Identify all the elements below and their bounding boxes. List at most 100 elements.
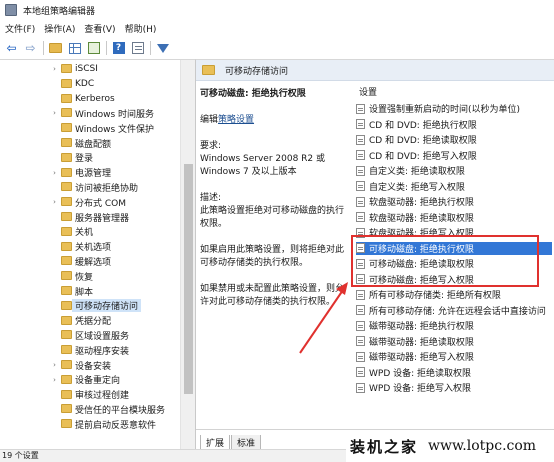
tree-item[interactable]: 登录 — [0, 151, 180, 165]
policy-row[interactable]: 磁带驱动器: 拒绝执行权限 — [356, 319, 552, 332]
policy-row[interactable]: 软盘驱动器: 拒绝写入权限 — [356, 226, 552, 239]
tree-scrollbar-thumb[interactable] — [184, 164, 193, 394]
toolbar: ⇦ ⇨ ? — [0, 37, 554, 59]
tree-item[interactable]: 区域设置服务 — [0, 328, 180, 342]
disabled-description-line: 如果禁用或未配置此策略设置，则允 — [200, 284, 345, 294]
policy-row[interactable]: 软盘驱动器: 拒绝执行权限 — [356, 195, 552, 208]
policy-label: 可移动磁盘: 拒绝写入权限 — [369, 275, 474, 286]
tree-expander-icon[interactable]: › — [50, 169, 59, 177]
tree-item[interactable]: › 电源管理 — [0, 166, 180, 180]
tab-extended[interactable]: 扩展 — [200, 435, 231, 450]
tree-scrollbar[interactable] — [180, 60, 195, 449]
back-arrow-icon[interactable]: ⇦ — [4, 41, 19, 56]
policy-label: 磁带驱动器: 拒绝执行权限 — [369, 322, 474, 332]
tree-item[interactable]: 凭据分配 — [0, 314, 180, 328]
policy-label: 所有可移动存储类: 拒绝所有权限 — [369, 291, 501, 301]
tree-expander-icon[interactable]: › — [50, 361, 59, 369]
tree-item[interactable]: Kerberos — [0, 92, 180, 106]
tree-item[interactable]: › 设备重定向 — [0, 373, 180, 387]
policy-row[interactable]: 可移动磁盘: 拒绝执行权限 — [356, 241, 552, 255]
tree-item[interactable]: 可移动存储访问 — [0, 299, 180, 313]
tree-item-label: 访问被拒绝协助 — [75, 183, 139, 194]
filter-icon[interactable] — [155, 41, 170, 56]
policy-setting-icon — [356, 150, 365, 160]
menu-help[interactable]: 帮助(H) — [120, 22, 161, 35]
tab-standard[interactable]: 标准 — [231, 435, 262, 450]
folder-icon — [61, 360, 72, 369]
tree-item[interactable]: › 分布式 COM — [0, 195, 180, 209]
tree-item[interactable]: › iSCSI — [0, 62, 180, 76]
policy-label: 软盘驱动器: 拒绝写入权限 — [369, 229, 474, 239]
policy-label: CD 和 DVD: 拒绝读取权限 — [369, 136, 477, 146]
policy-setting-icon — [356, 289, 365, 300]
folder-icon — [61, 123, 72, 133]
policy-row[interactable]: 可移动磁盘: 拒绝写入权限 — [356, 273, 552, 286]
tree-expander-icon[interactable]: › — [50, 376, 59, 384]
forward-arrow-icon[interactable]: ⇨ — [23, 41, 38, 56]
tree-item[interactable]: 关机 — [0, 225, 180, 239]
policy-row[interactable]: 所有可移动存储类: 拒绝所有权限 — [356, 288, 552, 301]
show-hide-tree-icon[interactable] — [67, 41, 82, 56]
policy-row[interactable]: WPD 设备: 拒绝读取权限 — [356, 366, 552, 379]
menu-file[interactable]: 文件(F) — [0, 22, 39, 35]
edit-policy-link[interactable]: 策略设置 — [218, 115, 254, 125]
menu-view[interactable]: 查看(V) — [79, 22, 119, 35]
folder-up-icon[interactable] — [48, 41, 63, 56]
tree-item-label: 凭据分配 — [75, 317, 112, 328]
tree-item[interactable]: 驱动程序安装 — [0, 343, 180, 357]
tree-item[interactable]: 恢复 — [0, 269, 180, 283]
tree-item[interactable]: 提前启动反恶意软件 — [0, 417, 180, 431]
tree-item-label: 区域设置服务 — [75, 331, 130, 342]
tree-item-label: 提前启动反恶意软件 — [75, 420, 157, 431]
policy-row[interactable]: CD 和 DVD: 拒绝写入权限 — [356, 149, 552, 162]
menu-action[interactable]: 操作(A) — [39, 22, 79, 35]
policy-row[interactable]: 自定义类: 拒绝写入权限 — [356, 180, 552, 193]
properties-icon[interactable] — [130, 41, 145, 56]
policy-row[interactable]: 软盘驱动器: 拒绝读取权限 — [356, 211, 552, 224]
policy-row[interactable]: 磁带驱动器: 拒绝读取权限 — [356, 335, 552, 348]
export-list-icon[interactable] — [86, 41, 101, 56]
tree-item-label: 分布式 COM — [75, 198, 126, 209]
settings-list: 设置 设置强制重新启动的时间(以秒为单位) CD 和 DVD: 拒绝执行权限 CD … — [349, 82, 554, 428]
details-header-title: 可移动存储访问 — [225, 66, 289, 77]
policy-row[interactable]: 自定义类: 拒绝读取权限 — [356, 164, 552, 177]
details-pane: 可移动存储访问 可移动磁盘: 拒绝执行权限 编辑策略设置 要求: Windows… — [196, 59, 554, 450]
tree-pane: › iSCSI KDC Kerberos › Windows 时间服务 Windows 文件… — [0, 59, 196, 449]
tree-item[interactable]: 缓解选项 — [0, 254, 180, 268]
tree-item[interactable]: Windows 文件保护 — [0, 121, 180, 135]
tree-item[interactable]: › 设备安装 — [0, 358, 180, 372]
tree-item[interactable]: 审核过程创建 — [0, 388, 180, 402]
policy-row[interactable]: 可移动磁盘: 拒绝读取权限 — [356, 257, 552, 270]
tree-item-label: 可移动存储访问 — [72, 299, 142, 313]
tree-item[interactable]: 受信任的平台模块服务 — [0, 402, 180, 416]
policy-row[interactable]: 磁带驱动器: 拒绝写入权限 — [356, 350, 552, 363]
title-bar: 本地组策略编辑器 — [0, 0, 554, 20]
tree-item[interactable]: › Windows 时间服务 — [0, 106, 180, 120]
tree-item[interactable]: KDC — [0, 77, 180, 91]
tree-item[interactable]: 关机选项 — [0, 240, 180, 254]
policy-row[interactable]: CD 和 DVD: 拒绝读取权限 — [356, 133, 552, 146]
policy-label: 设置强制重新启动的时间(以秒为单位) — [369, 105, 521, 115]
policy-row[interactable]: CD 和 DVD: 拒绝执行权限 — [356, 118, 552, 131]
policy-row[interactable]: WPD 设备: 拒绝写入权限 — [356, 381, 552, 394]
policy-setting-icon — [356, 196, 365, 207]
tree-expander-icon[interactable]: › — [50, 198, 59, 206]
settings-column-header[interactable]: 设置 — [359, 85, 377, 98]
folder-icon — [61, 256, 72, 266]
policy-row[interactable]: 设置强制重新启动的时间(以秒为单位) — [356, 102, 552, 115]
tree-item[interactable]: 磁盘配额 — [0, 136, 180, 150]
policy-label: 软盘驱动器: 拒绝执行权限 — [369, 198, 474, 208]
policy-setting-icon — [356, 212, 365, 222]
folder-icon — [61, 108, 72, 118]
policy-label: CD 和 DVD: 拒绝执行权限 — [369, 120, 477, 131]
tree-item-label: 设备安装 — [75, 361, 112, 372]
folder-icon — [61, 138, 72, 147]
policy-row[interactable]: 所有可移动存储: 允许在远程会话中直接访问 — [356, 304, 552, 317]
policy-setting-icon — [356, 320, 365, 331]
tree-item[interactable]: 访问被拒绝协助 — [0, 180, 180, 194]
tree-item[interactable]: 服务器管理器 — [0, 210, 180, 224]
tree-item[interactable]: 脚本 — [0, 284, 180, 298]
help-icon[interactable]: ? — [111, 41, 126, 56]
tree-expander-icon[interactable]: › — [50, 65, 59, 73]
tree-expander-icon[interactable]: › — [50, 109, 59, 117]
